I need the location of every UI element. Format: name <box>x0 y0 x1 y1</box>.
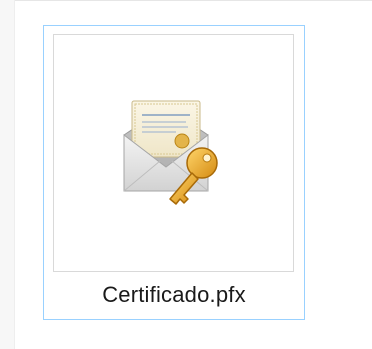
certificate-envelope-key-icon <box>123 100 218 205</box>
file-explorer-view: Certificado.pfx <box>0 0 372 349</box>
file-name-label[interactable]: Certificado.pfx <box>44 282 304 308</box>
top-border <box>0 0 372 1</box>
left-pane-edge <box>0 0 15 349</box>
file-thumbnail <box>53 34 294 272</box>
file-item-certificado[interactable]: Certificado.pfx <box>43 25 305 320</box>
